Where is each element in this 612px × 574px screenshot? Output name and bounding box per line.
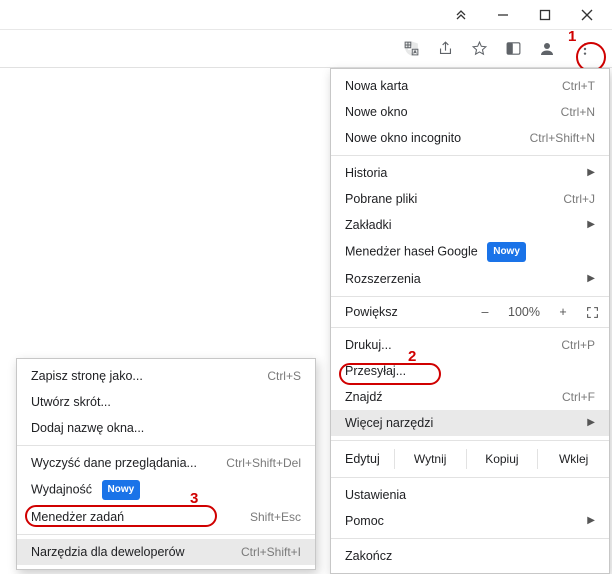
- submenu-item-developer-tools[interactable]: Narzędzia dla deweloperów Ctrl+Shift+I: [17, 539, 315, 565]
- close-icon[interactable]: [580, 8, 594, 22]
- maximize-icon[interactable]: [538, 8, 552, 22]
- menu-separator: [331, 477, 609, 478]
- submenu-arrow-icon: ▶: [587, 414, 595, 432]
- new-badge: Nowy: [487, 242, 526, 262]
- menu-item-more-tools[interactable]: Więcej narzędzi ▶: [331, 410, 609, 436]
- menu-item-history[interactable]: Historia ▶: [331, 160, 609, 186]
- submenu-item-task-manager[interactable]: Menedżer zadań Shift+Esc: [17, 504, 315, 530]
- star-icon[interactable]: [470, 40, 488, 58]
- translate-icon[interactable]: ⠀: [402, 40, 420, 58]
- menu-separator: [331, 155, 609, 156]
- menu-separator: [17, 534, 315, 535]
- edit-cut-button[interactable]: Wytnij: [395, 449, 467, 469]
- browser-toolbar: ⠀: [0, 30, 612, 68]
- menu-item-find[interactable]: Znajdź Ctrl+F: [331, 384, 609, 410]
- menu-shortcut: Ctrl+T: [562, 77, 595, 95]
- menu-separator: [331, 327, 609, 328]
- menu-item-downloads[interactable]: Pobrane pliki Ctrl+J: [331, 186, 609, 212]
- zoom-out-button[interactable]: –: [478, 305, 492, 319]
- edit-copy-button[interactable]: Kopiuj: [467, 449, 539, 469]
- menu-item-extensions[interactable]: Rozszerzenia ▶: [331, 266, 609, 292]
- submenu-item-save-page[interactable]: Zapisz stronę jako... Ctrl+S: [17, 363, 315, 389]
- menu-item-help[interactable]: Pomoc ▶: [331, 508, 609, 534]
- menu-item-exit[interactable]: Zakończ: [331, 543, 609, 569]
- menu-item-new-tab[interactable]: Nowa karta Ctrl+T: [331, 73, 609, 99]
- submenu-arrow-icon: ▶: [587, 270, 595, 288]
- edit-paste-button[interactable]: Wklej: [538, 449, 609, 469]
- new-badge: Nowy: [102, 480, 141, 500]
- share-icon[interactable]: [436, 40, 454, 58]
- restore-down-icon[interactable]: [454, 8, 468, 22]
- profile-icon[interactable]: [538, 40, 556, 58]
- zoom-value: 100%: [508, 305, 540, 319]
- chrome-main-menu: Nowa karta Ctrl+T Nowe okno Ctrl+N Nowe …: [330, 68, 610, 574]
- submenu-arrow-icon: ▶: [587, 512, 595, 530]
- menu-separator: [17, 445, 315, 446]
- menu-item-zoom: Powiększ – 100% +: [331, 301, 609, 323]
- menu-separator: [331, 440, 609, 441]
- submenu-arrow-icon: ▶: [587, 216, 595, 234]
- window-titlebar: [0, 0, 612, 30]
- submenu-item-clear-browsing-data[interactable]: Wyczyść dane przeglądania... Ctrl+Shift+…: [17, 450, 315, 476]
- side-panel-icon[interactable]: [504, 40, 522, 58]
- submenu-item-name-window[interactable]: Dodaj nazwę okna...: [17, 415, 315, 441]
- submenu-item-create-shortcut[interactable]: Utwórz skrót...: [17, 389, 315, 415]
- minimize-icon[interactable]: [496, 8, 510, 22]
- submenu-arrow-icon: ▶: [587, 164, 595, 182]
- menu-separator: [331, 296, 609, 297]
- menu-label: Nowa karta: [345, 77, 408, 95]
- menu-item-bookmarks[interactable]: Zakładki ▶: [331, 212, 609, 238]
- submenu-item-performance[interactable]: Wydajność Nowy: [17, 476, 315, 504]
- fullscreen-icon[interactable]: [586, 306, 599, 319]
- menu-item-print[interactable]: Drukuj... Ctrl+P: [331, 332, 609, 358]
- menu-item-edit: Edytuj Wytnij Kopiuj Wklej: [331, 445, 609, 473]
- menu-item-new-incognito[interactable]: Nowe okno incognito Ctrl+Shift+N: [331, 125, 609, 151]
- menu-item-cast[interactable]: Przesyłaj...: [331, 358, 609, 384]
- menu-item-new-window[interactable]: Nowe okno Ctrl+N: [331, 99, 609, 125]
- menu-item-settings[interactable]: Ustawienia: [331, 482, 609, 508]
- zoom-in-button[interactable]: +: [556, 305, 570, 319]
- kebab-menu-button[interactable]: [572, 36, 598, 62]
- menu-item-password-manager[interactable]: Menedżer haseł Google Nowy: [331, 238, 609, 266]
- menu-separator: [331, 538, 609, 539]
- more-tools-submenu: Zapisz stronę jako... Ctrl+S Utwórz skró…: [16, 358, 316, 570]
